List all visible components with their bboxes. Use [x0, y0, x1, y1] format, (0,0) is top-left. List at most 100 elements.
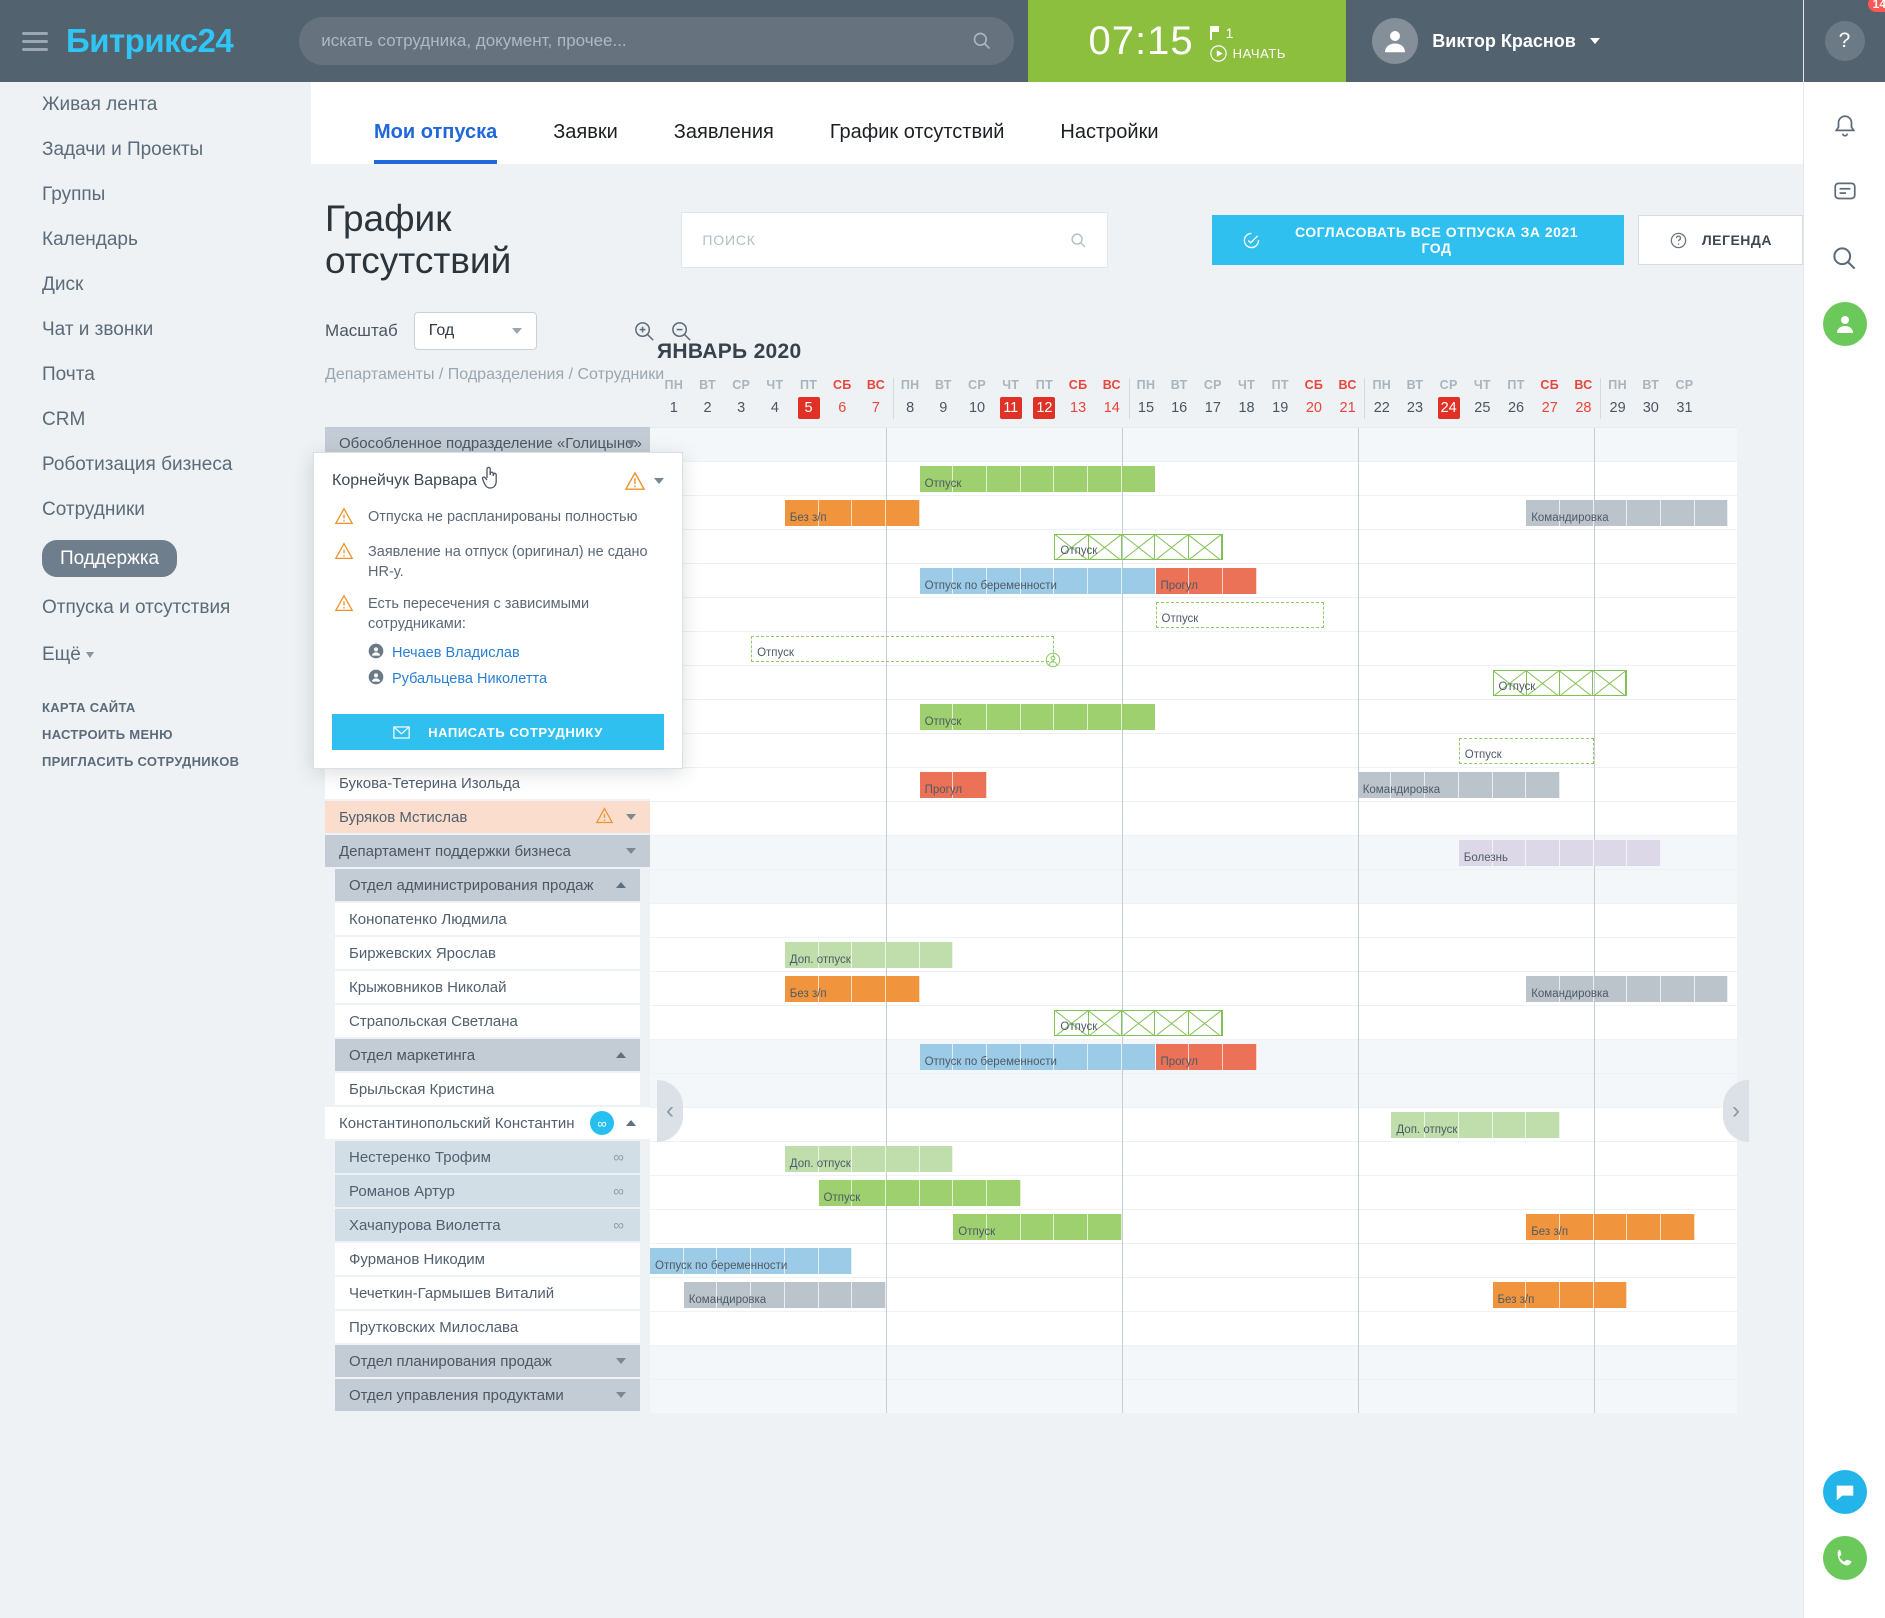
absence-bar[interactable]: Прогул: [1155, 568, 1257, 594]
absence-bar[interactable]: Отпуск: [818, 1180, 1021, 1206]
gantt-row[interactable]: [650, 1108, 1737, 1142]
sidebar-item-4[interactable]: Диск: [0, 262, 311, 307]
work-timer[interactable]: 07:15 1 НАЧАТЬ: [1028, 0, 1347, 82]
sidebar-item-8[interactable]: Роботизация бизнеса: [0, 442, 311, 487]
employee-row[interactable]: Брыльская Кристина: [335, 1073, 640, 1105]
approve-all-button[interactable]: СОГЛАСОВАТЬ ВСЕ ОТПУСКА ЗА 2021 ГОД: [1212, 215, 1624, 265]
employee-row[interactable]: Романов Артур ∞: [335, 1175, 640, 1207]
sidebar-item-5[interactable]: Чат и звонки: [0, 307, 311, 352]
popup-linked-employee[interactable]: Рубальцева Николетта: [368, 666, 662, 692]
sidebar-link-1[interactable]: НАСТРОИТЬ МЕНЮ: [0, 721, 311, 748]
menu-toggle-icon[interactable]: [22, 31, 48, 51]
link-icon[interactable]: ∞: [590, 1111, 614, 1135]
gantt-row[interactable]: [650, 428, 1737, 462]
warning-triangle-icon[interactable]: [595, 806, 614, 828]
gantt-row[interactable]: [650, 1346, 1737, 1380]
popup-warning-control[interactable]: [624, 471, 664, 491]
chevron-down-icon[interactable]: [616, 1392, 626, 1398]
absence-bar[interactable]: Отпуск: [1155, 602, 1324, 628]
tab-2[interactable]: Заявления: [646, 121, 802, 164]
department-row[interactable]: Отдел администрирования продаж: [335, 869, 640, 901]
gantt-row[interactable]: [650, 462, 1737, 496]
sidebar-link-0[interactable]: КАРТА САЙТА: [0, 694, 311, 721]
absence-bar[interactable]: Без з/п: [1526, 1214, 1695, 1240]
absence-bar[interactable]: Командировка: [1526, 500, 1729, 526]
sidebar-item-1[interactable]: Задачи и Проекты: [0, 127, 311, 172]
write-to-employee-button[interactable]: НАПИСАТЬ СОТРУДНИКУ: [332, 714, 664, 750]
department-row[interactable]: Департамент поддержки бизнеса: [325, 835, 650, 867]
employee-row[interactable]: Страпольская Светлана: [335, 1005, 640, 1037]
gantt-row[interactable]: [650, 802, 1737, 836]
absence-bar[interactable]: Без з/п: [784, 976, 920, 1002]
absence-bar[interactable]: Отпуск: [919, 466, 1156, 492]
call-button[interactable]: [1822, 1536, 1867, 1580]
sidebar-item-10[interactable]: Поддержка: [0, 532, 311, 585]
absence-bar[interactable]: Прогул: [919, 772, 987, 798]
chevron-up-icon[interactable]: [616, 882, 626, 888]
absence-bar[interactable]: Отпуск: [1054, 534, 1223, 560]
absence-bar[interactable]: Отпуск: [751, 636, 1061, 668]
contacts-icon[interactable]: [1822, 302, 1867, 346]
gantt-row[interactable]: [650, 1074, 1737, 1108]
chevron-down-icon[interactable]: [626, 814, 636, 820]
sidebar-item-0[interactable]: Живая лента: [0, 82, 311, 127]
absence-bar[interactable]: Командировка: [1526, 976, 1729, 1002]
gantt-row[interactable]: [650, 870, 1737, 904]
user-menu[interactable]: Виктор Краснов: [1372, 18, 1600, 64]
tab-1[interactable]: Заявки: [525, 121, 646, 164]
absence-bar[interactable]: Отпуск: [919, 704, 1156, 730]
app-logo[interactable]: Битрикс24: [66, 22, 234, 60]
gantt-row[interactable]: [650, 1380, 1737, 1414]
employee-row[interactable]: Конопатенко Людмила: [335, 903, 640, 935]
absence-bar[interactable]: Командировка: [683, 1282, 886, 1308]
employee-row[interactable]: Крыжовников Николай: [335, 971, 640, 1003]
page-search-input[interactable]: [702, 231, 1071, 249]
sidebar-item-9[interactable]: Сотрудники: [0, 487, 311, 532]
sidebar-item-3[interactable]: Календарь: [0, 217, 311, 262]
employee-row[interactable]: Фурманов Никодим: [335, 1243, 640, 1275]
gantt-row[interactable]: [650, 768, 1737, 802]
notifications-icon[interactable]: [1823, 104, 1867, 148]
global-search[interactable]: [299, 17, 1015, 65]
absence-bar[interactable]: Без з/п: [784, 500, 920, 526]
chat-button[interactable]: [1822, 1470, 1867, 1514]
department-row[interactable]: Отдел управления продуктами: [335, 1379, 640, 1411]
chevron-down-icon[interactable]: [626, 440, 636, 446]
gantt-row[interactable]: [650, 1312, 1737, 1346]
employee-row[interactable]: Букова-Тетерина Изольда: [325, 767, 650, 799]
employee-row[interactable]: Биржевских Ярослав: [335, 937, 640, 969]
absence-bar[interactable]: Отпуск: [1492, 670, 1628, 696]
employee-row[interactable]: Хачапурова Виолетта ∞: [335, 1209, 640, 1241]
timer-start[interactable]: НАЧАТЬ: [1209, 44, 1286, 62]
sidebar-item-6[interactable]: Почта: [0, 352, 311, 397]
absence-bar[interactable]: Отпуск: [953, 1214, 1122, 1240]
chevron-down-icon[interactable]: [626, 848, 636, 854]
chevron-down-icon[interactable]: [616, 1358, 626, 1364]
popup-linked-employee[interactable]: Нечаев Владислав: [368, 640, 662, 666]
absence-bar[interactable]: Доп. отпуск: [784, 942, 954, 968]
absence-bar[interactable]: Отпуск: [1054, 1010, 1223, 1036]
global-search-input[interactable]: [321, 31, 973, 51]
rail-search-icon[interactable]: [1823, 236, 1867, 280]
messages-icon[interactable]: [1823, 170, 1867, 214]
gantt-row[interactable]: [650, 700, 1737, 734]
chevron-up-icon[interactable]: [626, 1120, 636, 1126]
chevron-up-icon[interactable]: [616, 1052, 626, 1058]
sidebar-item-2[interactable]: Группы: [0, 172, 311, 217]
employee-row[interactable]: Константинопольский Константин ∞: [325, 1107, 650, 1139]
tab-4[interactable]: Настройки: [1032, 121, 1186, 164]
absence-bar[interactable]: Доп. отпуск: [1391, 1112, 1560, 1138]
absence-bar[interactable]: Командировка: [1357, 772, 1560, 798]
absence-bar[interactable]: Отпуск по беременности: [650, 1248, 853, 1274]
department-row[interactable]: Отдел маркетинга: [335, 1039, 640, 1071]
absence-bar[interactable]: Доп. отпуск: [784, 1146, 954, 1172]
sidebar-item-7[interactable]: CRM: [0, 397, 311, 442]
sidebar-item-11[interactable]: Отпуска и отсутствия: [0, 585, 311, 630]
absence-bar[interactable]: Отпуск: [1458, 738, 1594, 764]
tab-0[interactable]: Мои отпуска: [346, 121, 525, 164]
gantt-row[interactable]: [650, 1176, 1737, 1210]
absence-bar[interactable]: Болезнь: [1458, 840, 1662, 866]
absence-bar[interactable]: Отпуск по беременности: [919, 568, 1156, 594]
help-icon[interactable]: ? 14: [1824, 0, 1885, 61]
absence-bar[interactable]: Отпуск по беременности: [919, 1044, 1156, 1070]
